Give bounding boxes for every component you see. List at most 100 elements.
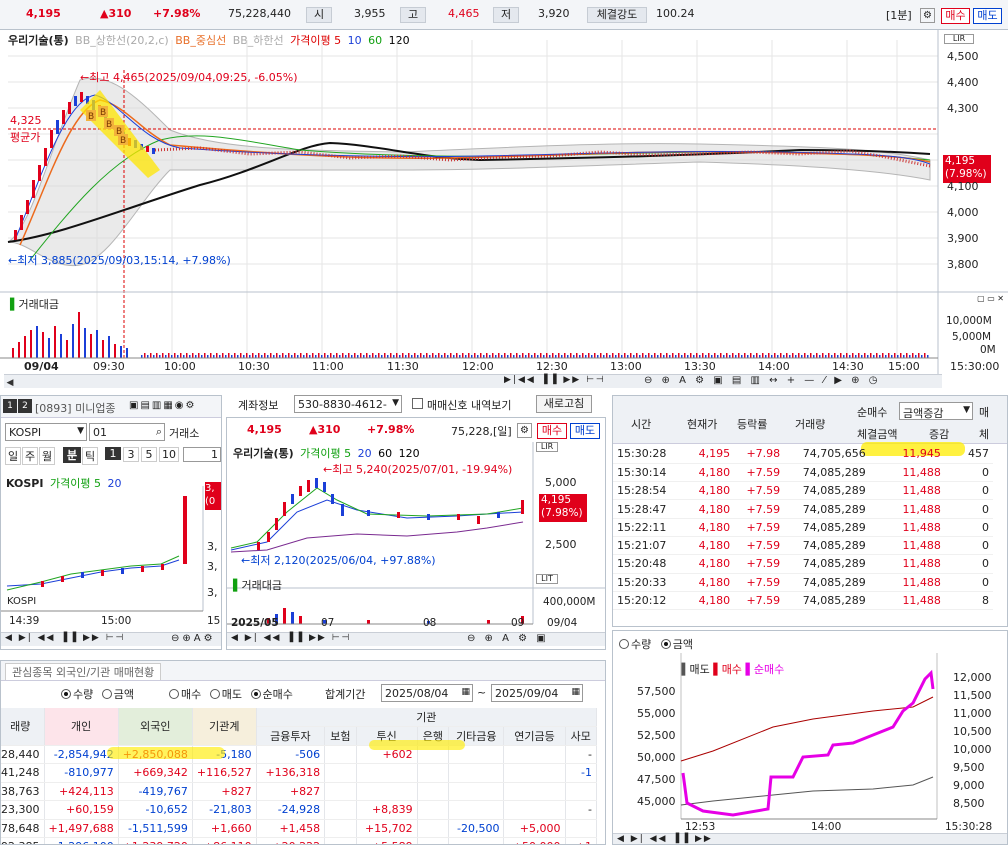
- y-tick-4500: 4,500: [947, 50, 979, 63]
- date-from-input[interactable]: 2025/08/04 ▦: [381, 684, 473, 702]
- x-tick-1: 09:30: [93, 360, 125, 373]
- daily-chart-scrollbar[interactable]: ◀ ▶| ◀◀ ▐▐ ▶▶ ⊢⊣ ⊖ ⊕ A ⚙ ▣: [227, 632, 605, 646]
- radio-inv-qty[interactable]: [61, 689, 71, 699]
- right-tick-5: 9,500: [953, 761, 985, 774]
- period-minute[interactable]: 분: [63, 447, 81, 463]
- volume-tick-5000: 5,000M: [952, 331, 992, 343]
- table-row[interactable]: 23,300 +60,159 -10,652 -21,803 -24,928 +8,839…: [1, 800, 597, 820]
- chevron-down-icon: ▼: [963, 405, 970, 415]
- window-number-1[interactable]: 1: [3, 399, 17, 413]
- table-row[interactable]: 15:20:12 4,180 +7.59 74,085,289 11,488 8: [613, 591, 993, 611]
- net-scroll-controls[interactable]: ◀ ▶| ◀◀ ▐▐ ▶▶: [617, 834, 713, 844]
- period-day[interactable]: 일: [5, 447, 21, 465]
- daily-buy-button[interactable]: 매수: [537, 423, 567, 439]
- main-x-axis: 09/04 09:30 10:00 10:30 11:00 11:30 12:0…: [0, 360, 1008, 374]
- account-select[interactable]: 530-8830-4612- ▼: [294, 395, 402, 413]
- table-row[interactable]: 15:21:07 4,180 +7.59 74,085,289 11,488 0: [613, 536, 993, 556]
- table-row[interactable]: 41,248 -810,977 +669,342 +116,527 +136,318 -1: [1, 763, 597, 783]
- period-week[interactable]: 주: [22, 447, 38, 465]
- table-row[interactable]: 15:30:14 4,180 +7.59 74,085,289 11,488 0: [613, 463, 993, 483]
- table-cell: +7.98: [734, 445, 785, 464]
- calendar-icon[interactable]: ▦: [461, 687, 470, 697]
- net-x-tick-0: 12:53: [685, 821, 716, 833]
- search-icon[interactable]: ⌕: [156, 425, 162, 439]
- interval-1[interactable]: 1: [105, 447, 121, 460]
- mini-zoom-icons[interactable]: ⊖⊕A⚙: [171, 633, 216, 644]
- left-tick-2: 52,500: [637, 729, 676, 742]
- refresh-button[interactable]: 새로고침: [536, 395, 592, 413]
- period-month[interactable]: 월: [39, 447, 55, 465]
- table-cell: [417, 819, 450, 838]
- sell-button[interactable]: 매도: [973, 8, 1002, 24]
- table-row[interactable]: 92,385-1,296,100+1,239,720+86,110+20,222…: [1, 837, 597, 844]
- interval-5[interactable]: 5: [141, 447, 157, 462]
- daily-volume-toggle[interactable]: LIT: [536, 574, 558, 584]
- axis-scale-toggle[interactable]: LIR: [944, 34, 974, 44]
- window-number-2[interactable]: 2: [18, 399, 32, 413]
- radio-inv-amt[interactable]: [101, 689, 112, 699]
- gear-icon[interactable]: ⚙: [920, 8, 935, 23]
- table-cell: +827: [192, 782, 257, 801]
- table-cell: +7.59: [734, 591, 785, 611]
- signal-checkbox[interactable]: [412, 398, 423, 409]
- volume-pane-controls[interactable]: ▢ ▭ ✕: [940, 294, 1008, 304]
- chevron-down-icon: ▼: [77, 426, 84, 436]
- x-tick-7: 12:30: [536, 360, 568, 373]
- table-row[interactable]: 38,763 +424,113 -419,767 +827 +827: [1, 782, 597, 801]
- main-chart-scrollbar[interactable]: ◀ ▶|◀◀ ▐▐ ▶▶ ⊢⊣ ⊖ ⊕ A ⚙ ▣ ▤ ▥ ↔ + — ⁄ ▶ …: [4, 374, 942, 388]
- market-select[interactable]: KOSPI ▼: [5, 423, 87, 441]
- interval-3[interactable]: 3: [123, 447, 139, 462]
- chart-tool-icons[interactable]: ⊖ ⊕ A ⚙ ▣ ▤ ▥ ↔ + — ⁄ ▶ ⊕ ◷: [644, 375, 880, 386]
- investor-side-radios[interactable]: 매수 매도 순매수: [169, 686, 293, 702]
- table-cell: [565, 819, 597, 838]
- calendar-icon[interactable]: ▦: [571, 687, 580, 697]
- amount-change-select[interactable]: 금액증감 ▼: [899, 402, 973, 420]
- table-cell: +15,702: [356, 819, 418, 838]
- mini-window-tools[interactable]: ▣▤▥▦◉⚙: [129, 400, 196, 411]
- daily-sell-button[interactable]: 매도: [570, 423, 600, 439]
- y-tick-3800: 3,800: [947, 258, 979, 271]
- radio-inv-net[interactable]: [250, 689, 261, 699]
- radio-inv-sell[interactable]: [209, 689, 220, 699]
- tab-investor-status[interactable]: 관심종목 외국인/기관 매매현황: [5, 663, 162, 680]
- table-cell: +7.59: [734, 518, 785, 537]
- mini-chart-scrollbar[interactable]: ◀ ▶| ◀◀ ▐▐ ▶▶ ⊢⊣ ⊖⊕A⚙: [1, 632, 221, 646]
- scroll-left-icon[interactable]: ◀: [4, 377, 16, 389]
- table-cell: +116,527: [192, 763, 257, 783]
- sector-code-value: 01: [93, 426, 107, 439]
- investor-unit-radios[interactable]: 수량 금액: [61, 686, 134, 702]
- table-row[interactable]: 15:28:54 4,180 +7.59 74,085,289 11,488 0: [613, 481, 993, 501]
- net-chart-scrollbar[interactable]: ◀ ▶| ◀◀ ▐▐ ▶▶: [613, 833, 1007, 844]
- table-cell: [324, 800, 357, 820]
- daily-x-tick-4: 09/04: [547, 617, 578, 629]
- interval-count-input[interactable]: 1: [183, 447, 221, 462]
- inv-col-pension: 연기금등: [503, 726, 566, 746]
- table-row[interactable]: 15:30:28 4,195 +7.98 74,705,656 11,945 457: [613, 445, 993, 464]
- table-row[interactable]: 15:20:33 4,180 +7.59 74,085,289 11,488 0: [613, 573, 993, 592]
- sell-line: [680, 776, 934, 806]
- interval-10[interactable]: 10: [159, 447, 179, 462]
- net-mode-radios[interactable]: 수량 금액: [619, 636, 693, 652]
- radio-amount[interactable]: [660, 639, 671, 649]
- sector-code-input[interactable]: 01 ⌕: [89, 423, 165, 441]
- table-row[interactable]: 15:28:47 4,180 +7.59 74,085,289 11,488 0: [613, 499, 993, 519]
- date-to-input[interactable]: 2025/09/04 ▦: [491, 684, 583, 702]
- mini-x-axis: 14:39 15:00 15: [1, 615, 221, 629]
- table-row[interactable]: 15:20:48 4,180 +7.59 74,085,289 11,488 0: [613, 554, 993, 574]
- mini-scroll-controls[interactable]: ◀ ▶| ◀◀ ▐▐ ▶▶ ⊢⊣: [5, 633, 125, 643]
- mini-window-titlebar: 1 2 [0893] 미니업종 ▣▤▥▦◉⚙: [1, 396, 221, 418]
- period-tick[interactable]: 틱: [82, 447, 98, 465]
- daily-zoom-icons[interactable]: ⊖ ⊕ A ⚙ ▣: [467, 633, 549, 644]
- radio-qty[interactable]: [619, 639, 629, 649]
- table-row[interactable]: 28,440-2,854,942+2,850,088-5,180-506+602…: [1, 745, 597, 764]
- table-row[interactable]: 15:22:11 4,180 +7.59 74,085,289 11,488 0: [613, 518, 993, 537]
- radio-inv-buy[interactable]: [169, 689, 179, 699]
- col-exec-amount: 체결금액: [857, 428, 898, 441]
- gear-icon[interactable]: ⚙: [517, 423, 532, 438]
- chart-playback-controls[interactable]: ▶|◀◀ ▐▐ ▶▶ ⊢⊣: [504, 375, 606, 385]
- table-row[interactable]: 78,648 +1,497,688 -1,511,599 +1,660 +1,458 +1…: [1, 819, 597, 838]
- buy-button[interactable]: 매수: [941, 8, 970, 24]
- daily-scroll-controls[interactable]: ◀ ▶| ◀◀ ▐▐ ▶▶ ⊢⊣: [231, 633, 351, 643]
- interval-selector[interactable]: [1분]: [886, 7, 912, 23]
- account-label: 계좌정보: [238, 399, 279, 412]
